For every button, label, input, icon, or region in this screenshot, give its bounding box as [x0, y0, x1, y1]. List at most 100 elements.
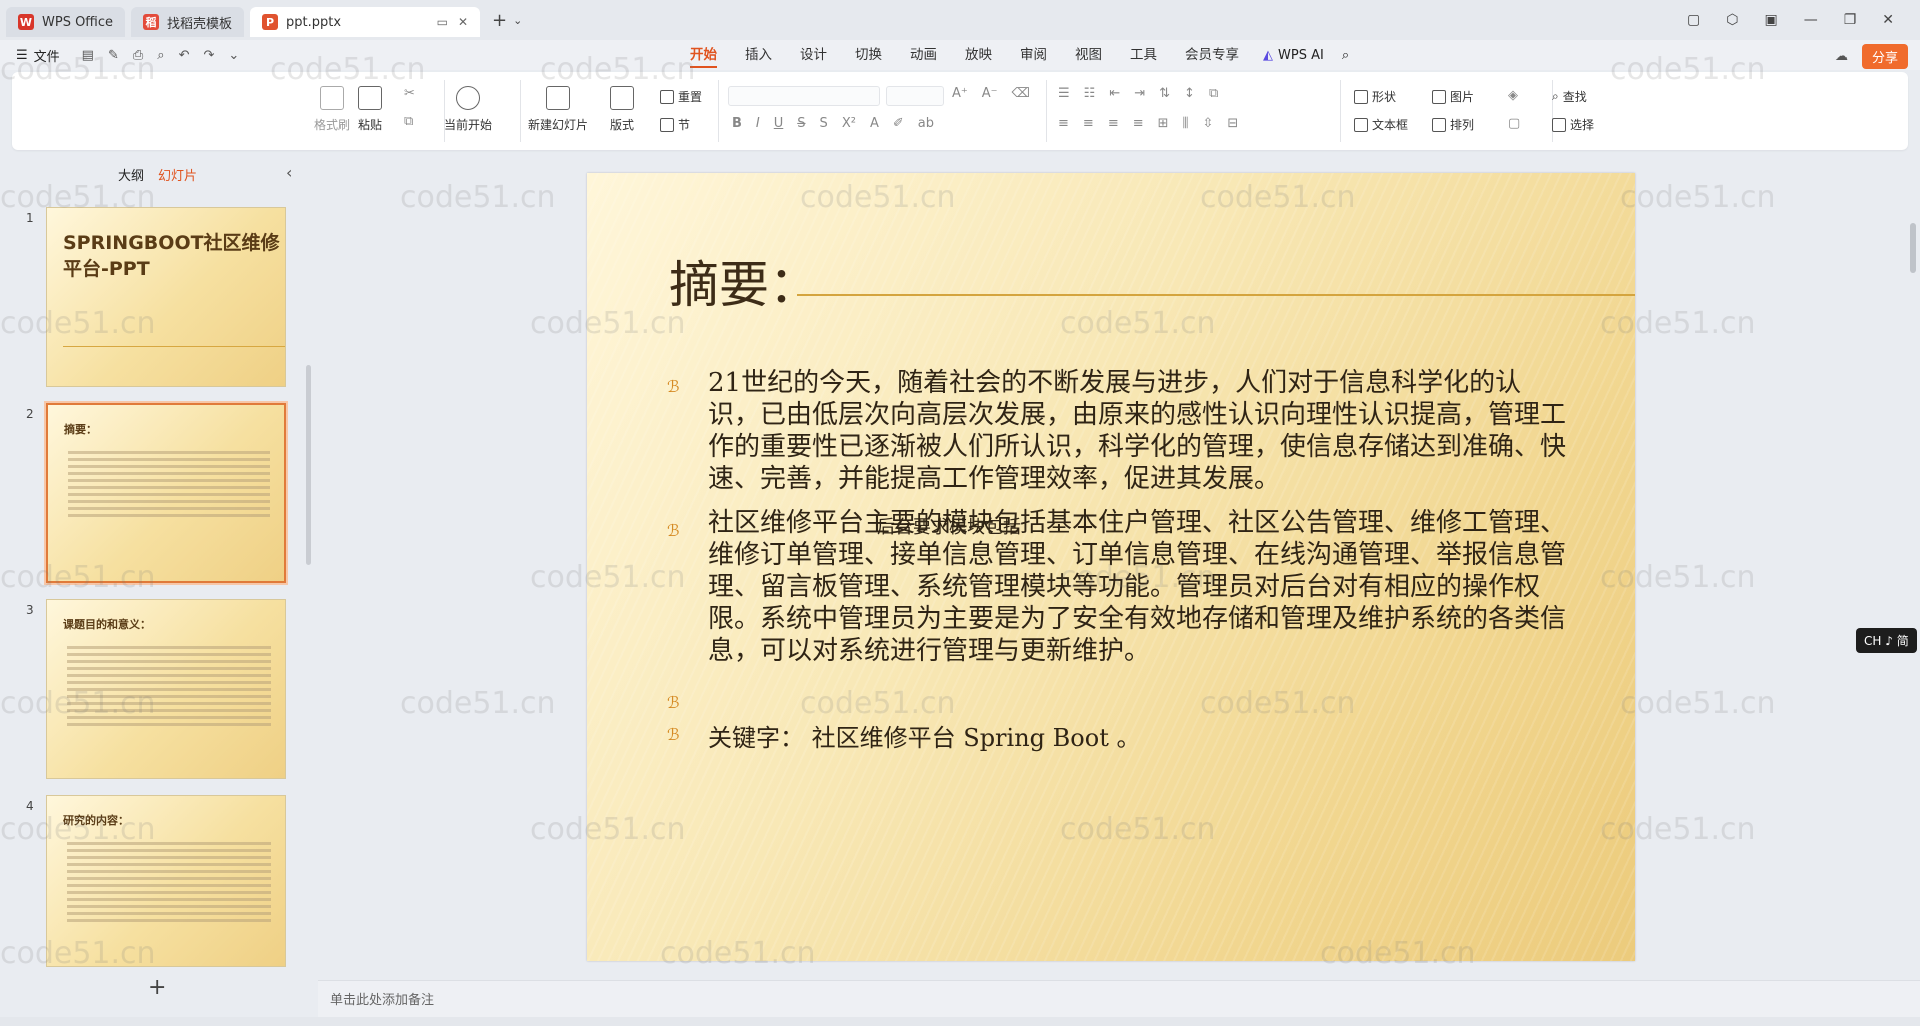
menu-tools[interactable]: 工具 [1116, 40, 1171, 70]
cube-icon[interactable]: ⬡ [1726, 12, 1738, 28]
close-tab-icon[interactable]: ✕ [458, 15, 468, 29]
align-text-icon[interactable]: ⊟ [1227, 116, 1238, 131]
arrange-button[interactable]: 排列 [1432, 116, 1474, 133]
section-button[interactable]: 节 [660, 116, 690, 133]
superscript-icon[interactable]: X² [842, 116, 856, 131]
align-right-icon[interactable]: ≡ [1108, 116, 1119, 131]
shape-button[interactable]: 形状 [1354, 88, 1396, 105]
bullet-list-icon[interactable]: ☰ [1058, 86, 1070, 101]
char-spacing-icon[interactable]: ab [918, 116, 934, 131]
cloud-upload-icon[interactable]: ☁ [1835, 49, 1848, 64]
redo-icon[interactable]: ↷ [203, 48, 214, 63]
paragraph-spacing-icon[interactable]: ⇳ [1203, 116, 1214, 131]
font-name-select[interactable] [728, 86, 880, 106]
reset-button[interactable]: 重置 [660, 88, 702, 105]
tab-outline[interactable]: 大纲 [118, 165, 144, 184]
copy-icon[interactable]: ⧉ [404, 114, 413, 129]
highlight-icon[interactable]: ✐ [893, 116, 904, 131]
file-menu[interactable]: ☰ 文件 [16, 46, 60, 65]
menu-insert[interactable]: 插入 [731, 40, 786, 70]
convert-smartart-icon[interactable]: ⧉ [1209, 86, 1218, 101]
wps-ai-button[interactable]: ◭ WPS AI [1253, 48, 1334, 63]
tab-wps-office[interactable]: W WPS Office [6, 7, 126, 37]
layout-button[interactable]: 版式 [610, 86, 634, 133]
fill-icon[interactable]: ◈ [1508, 88, 1518, 103]
menu-design[interactable]: 设计 [786, 40, 841, 70]
abstract-paragraph-2[interactable]: 社区维修平台主要的模块包括基本住户管理、社区公告管理、维修工管理、维修订单管理、… [708, 507, 1568, 667]
underline-icon[interactable]: U [774, 116, 784, 131]
menu-transition[interactable]: 切换 [841, 40, 896, 70]
columns-icon[interactable]: ⫼ [1183, 116, 1189, 131]
slide-thumbnail-1[interactable]: SPRINGBOOT社区维修平台-PPT [46, 207, 286, 387]
paste-button[interactable]: 粘贴 [358, 86, 382, 133]
textbox-button[interactable]: 文本框 [1354, 116, 1408, 133]
collapse-panel-icon[interactable]: ‹ [286, 163, 292, 182]
numbered-list-icon[interactable]: ☷ [1084, 86, 1096, 101]
add-slide-icon[interactable]: + [148, 975, 166, 1000]
window-layout-icon[interactable]: ▢ [1687, 12, 1700, 28]
format-painter-button[interactable]: 格式刷 [314, 86, 350, 133]
ppt-file-icon: P [262, 14, 279, 30]
text-direction-icon[interactable]: ⇅ [1159, 86, 1170, 101]
grow-font-icon[interactable]: A⁺ [952, 86, 968, 101]
menu-member[interactable]: 会员专享 [1171, 40, 1253, 70]
restore-tab-icon[interactable]: ▭ [437, 15, 448, 29]
shrink-font-icon[interactable]: A⁻ [982, 86, 998, 101]
slide-thumbnail-3[interactable]: 课题目的和意义： [46, 599, 286, 779]
tab-docer[interactable]: 稻 找稻壳模板 [131, 7, 245, 37]
play-current-button[interactable]: 当前开始 [444, 86, 492, 133]
maximize-icon[interactable]: ❐ [1844, 12, 1857, 28]
cut-icon[interactable]: ✂ [404, 86, 415, 101]
print-preview-icon[interactable]: ⌕ [157, 48, 164, 63]
new-slide-button[interactable]: 新建幻灯片 [528, 86, 588, 133]
outline-icon[interactable]: ▢ [1508, 116, 1520, 131]
clear-format-icon[interactable]: ⌫ [1012, 86, 1030, 101]
tab-slides[interactable]: 幻灯片 [158, 165, 197, 184]
slide-thumbnail-4[interactable]: 研究的内容： [46, 795, 286, 967]
avatar[interactable]: ▣ [1764, 12, 1777, 28]
ime-indicator[interactable]: CH ♪ 简 [1856, 628, 1917, 653]
tab-ppt-file[interactable]: P ppt.pptx ▭ ✕ [250, 7, 481, 37]
save-icon[interactable]: ▤ [82, 48, 94, 63]
new-tab-icon[interactable]: + [492, 10, 507, 31]
indent-icon[interactable]: ⇥ [1134, 86, 1145, 101]
font-color-icon[interactable]: A [870, 116, 879, 131]
current-slide[interactable]: 摘要： ℬ 21世纪的今天，随着社会的不断发展与进步，人们对于信息科学化的认识，… [587, 173, 1635, 961]
bold-icon[interactable]: B [732, 116, 742, 131]
slide-title[interactable]: 摘要： [669, 245, 819, 317]
distribute-icon[interactable]: ⊞ [1158, 116, 1169, 131]
thumbnails-scrollbar[interactable] [306, 365, 311, 565]
minimize-icon[interactable]: — [1804, 12, 1818, 28]
menu-review[interactable]: 审阅 [1006, 40, 1061, 70]
chevron-down-icon[interactable]: ⌄ [513, 14, 522, 27]
menu-view[interactable]: 视图 [1061, 40, 1116, 70]
strikethrough-icon[interactable]: S̶ [797, 116, 805, 131]
outdent-icon[interactable]: ⇤ [1109, 86, 1120, 101]
close-window-icon[interactable]: ✕ [1882, 12, 1894, 28]
font-size-select[interactable] [886, 86, 944, 106]
line-spacing-icon[interactable]: ↕ [1184, 86, 1195, 101]
italic-icon[interactable]: I [756, 116, 760, 131]
shadow-icon[interactable]: S [820, 116, 828, 131]
menu-animation[interactable]: 动画 [896, 40, 951, 70]
picture-button[interactable]: 图片 [1432, 88, 1474, 105]
search-icon[interactable]: ⌕ [1334, 48, 1357, 63]
format-painter-label: 格式刷 [314, 118, 351, 132]
share-button[interactable]: 分享 [1861, 44, 1908, 69]
undo-icon[interactable]: ↶ [179, 48, 190, 63]
menu-home[interactable]: 开始 [676, 40, 731, 70]
bullet-icon: ℬ [667, 521, 680, 540]
align-left-icon[interactable]: ≡ [1058, 116, 1069, 131]
slide-thumbnail-2[interactable]: 摘要： [44, 401, 288, 585]
pen-icon[interactable]: ✎ [108, 48, 119, 63]
print-icon[interactable]: ⎙ [133, 48, 143, 63]
find-button[interactable]: ⌕ 查找 [1552, 88, 1587, 105]
justify-icon[interactable]: ≡ [1133, 116, 1144, 131]
menu-slideshow[interactable]: 放映 [951, 40, 1006, 70]
select-button[interactable]: 选择 [1552, 116, 1594, 133]
keywords-line[interactable]: 关键字： 社区维修平台 Spring Boot 。 [708, 718, 1140, 753]
vertical-scrollbar[interactable] [1906, 155, 1920, 977]
abstract-paragraph-1[interactable]: 21世纪的今天，随着社会的不断发展与进步，人们对于信息科学化的认识，已由低层次向… [708, 367, 1568, 495]
chevron-down-icon[interactable]: ⌄ [228, 48, 239, 63]
align-center-icon[interactable]: ≡ [1083, 116, 1094, 131]
